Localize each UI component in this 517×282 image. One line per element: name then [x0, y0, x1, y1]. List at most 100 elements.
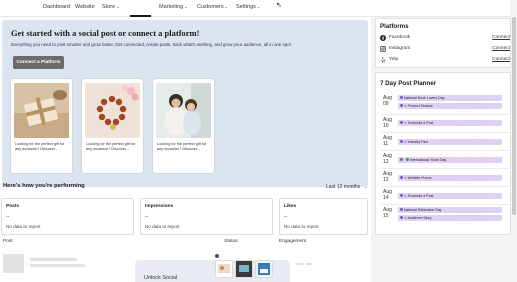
sparkle-icon: ✦ — [404, 140, 407, 144]
post-caption: Looking for the perfect gift for any occ… — [157, 142, 207, 151]
nav-website[interactable]: Website — [75, 4, 95, 10]
connect-yelp-link[interactable]: Connect — [492, 57, 510, 62]
planner-date: Aug 12 — [383, 153, 392, 165]
divider — [381, 114, 509, 115]
social-preview-image — [235, 260, 253, 278]
metric-value: -- — [145, 214, 149, 220]
metric-label: Impressions — [145, 204, 174, 209]
planner-event-suggestion[interactable]: ✦Audience Story — [398, 215, 502, 221]
divider — [381, 168, 509, 169]
chevron-down-icon: ⌄ — [116, 4, 120, 9]
holiday-dot-icon — [400, 216, 403, 219]
divider — [381, 186, 509, 187]
nav-label: Store — [102, 4, 116, 10]
platform-row-yelp: Yelp Connect — [380, 56, 510, 65]
connect-facebook-link[interactable]: Connect — [492, 35, 510, 40]
event-label: Schedule a Post — [407, 194, 434, 198]
post-caption: Looking for the perfect gift for any occ… — [86, 142, 136, 151]
planner-date: Aug 09 — [383, 95, 392, 107]
sample-post-card[interactable]: Looking for the perfect gift for any occ… — [10, 78, 73, 174]
nav-label: Dashboard — [43, 4, 70, 10]
holiday-dot-icon — [400, 121, 403, 124]
skeleton-thumbnail — [3, 254, 24, 273]
social-preview-image — [255, 260, 273, 278]
event-label: Website Promo — [407, 176, 432, 180]
nav-customers[interactable]: Customers⌄ — [197, 4, 228, 10]
date-range-select[interactable]: Last 12 months ⌄ — [326, 184, 368, 190]
platform-name: Facebook — [389, 35, 411, 40]
nav-store[interactable]: Store⌄ — [102, 4, 120, 10]
date-day: 15 — [383, 213, 389, 220]
nav-dashboard[interactable]: Dashboard — [43, 4, 70, 10]
post-caption: Looking for the perfect gift for any occ… — [15, 142, 65, 151]
holiday-dot-icon — [400, 96, 403, 99]
date-month: Aug — [383, 95, 392, 101]
holiday-dot-icon — [400, 208, 403, 211]
planner-event-suggestion[interactable]: ✦Schedule a Post — [398, 120, 502, 126]
sparkle-icon: ✦ — [404, 121, 407, 125]
family-photo-image — [156, 83, 211, 138]
event-label: Audience Story — [407, 216, 432, 220]
divider — [381, 132, 509, 133]
nav-marketing[interactable]: Marketing⌄ — [159, 4, 188, 10]
planner-date: Aug 14 — [383, 189, 392, 201]
date-day: 09 — [383, 101, 389, 108]
sample-post-card[interactable]: Looking for the perfect gift for any occ… — [152, 78, 215, 174]
platform-row-facebook: Facebook Connect — [380, 34, 510, 43]
skeleton-line — [30, 258, 77, 261]
holiday-dot-icon — [400, 104, 403, 107]
chevron-down-icon: ⌄ — [256, 4, 261, 9]
top-navigation: Dashboard Website Store⌄ Marketing⌄ Cust… — [0, 0, 510, 17]
social-preview-image — [215, 260, 233, 278]
nav-settings[interactable]: Settings⌄ — [236, 4, 260, 10]
planner-event-holiday[interactable]: National Relaxation Day — [398, 207, 502, 213]
nav-label: Marketing — [159, 4, 184, 10]
gift-box-image — [14, 83, 69, 138]
chevron-down-icon: ⌄ — [184, 4, 188, 9]
bracelet-image — [85, 83, 140, 138]
connect-platform-button[interactable]: Connect a Platform — [13, 56, 64, 69]
date-day: 11 — [383, 141, 389, 148]
column-header-status: Status — [224, 239, 238, 244]
sample-post-card[interactable]: Looking for the perfect gift for any occ… — [81, 78, 144, 174]
unlock-social-card[interactable]: Unlock Social — [135, 254, 290, 282]
event-label: National Book Lovers Day — [404, 96, 445, 100]
facebook-icon — [380, 35, 386, 41]
page-scrollbar[interactable] — [512, 17, 516, 215]
globe-icon — [406, 158, 409, 161]
event-label: Industry Fact — [407, 140, 428, 144]
date-month: Aug — [383, 117, 392, 123]
date-day: 13 — [383, 177, 389, 184]
event-label: Schedule a Post — [407, 121, 434, 125]
planner-title: 7 Day Post Planner — [380, 80, 437, 87]
planner-event-suggestion[interactable]: ✦Schedule a Post — [398, 193, 502, 199]
planner-date: Aug 10 — [383, 117, 392, 129]
metric-card-likes: Likes -- No data to report — [279, 198, 368, 235]
platforms-title: Platforms — [380, 23, 409, 30]
planner-event-holiday[interactable]: National Book Lovers Day — [398, 95, 502, 101]
date-month: Aug — [383, 207, 392, 213]
sparkle-icon: ✦ — [404, 176, 407, 180]
platform-name: Instagram — [389, 46, 411, 51]
planner-event-suggestion[interactable]: ✦Website Promo — [398, 175, 502, 181]
date-day: 10 — [383, 123, 389, 130]
sparkle-icon: ✦ — [404, 216, 407, 220]
planner-date: Aug 11 — [383, 135, 392, 147]
holiday-dot-icon — [400, 176, 403, 179]
metric-card-impressions: Impressions -- No data to report — [140, 198, 273, 235]
mouse-cursor-icon: ⇖ — [276, 2, 282, 9]
post-planner-panel: 7 Day Post Planner Aug 09 National Book L… — [375, 72, 511, 235]
chevron-down-icon: ⌄ — [224, 4, 228, 9]
planner-date: Aug 13 — [383, 171, 392, 183]
connect-instagram-link[interactable]: Connect — [492, 46, 510, 51]
planner-event-suggestion[interactable]: ✦Industry Fact — [398, 139, 502, 145]
metric-label: Likes — [284, 204, 297, 209]
holiday-dot-icon — [400, 140, 403, 143]
date-month: Aug — [383, 189, 392, 195]
planner-date: Aug 15 — [383, 207, 392, 219]
planner-event-suggestion[interactable]: ✦Product Feature — [398, 103, 502, 109]
date-day: 12 — [383, 159, 389, 166]
planner-event-holiday[interactable]: International Youth Day — [398, 157, 502, 163]
metric-value: -- — [284, 214, 288, 220]
event-label: International Youth Day — [410, 158, 447, 162]
